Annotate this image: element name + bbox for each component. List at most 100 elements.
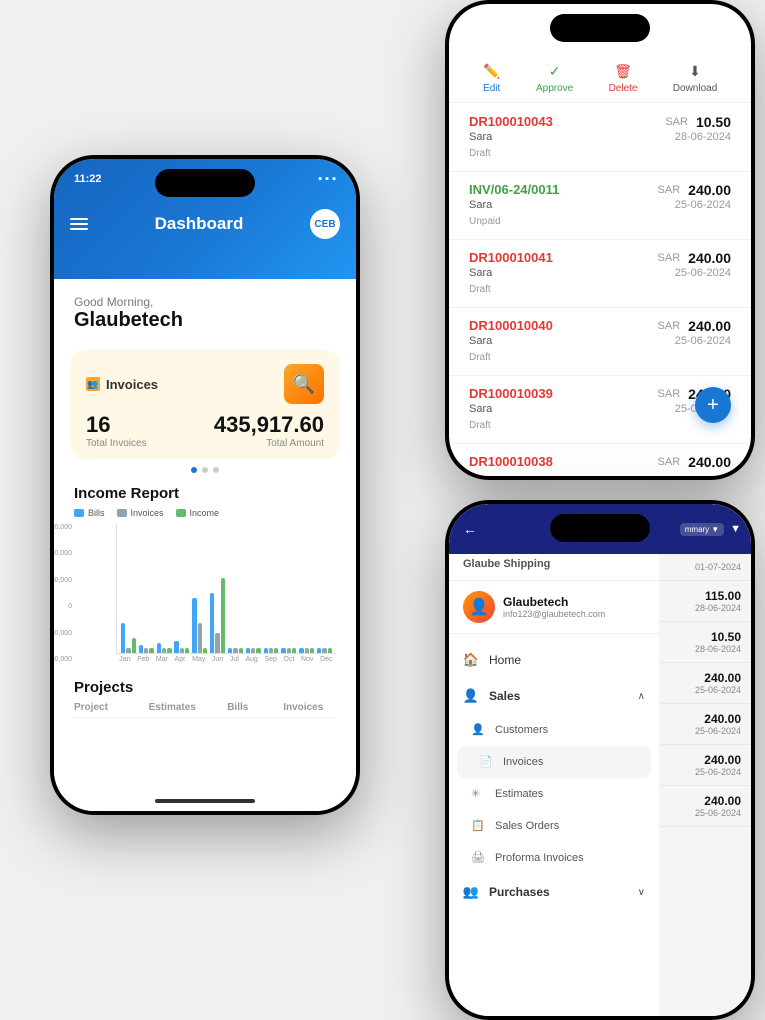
edit-icon: ✏️ [483, 62, 501, 80]
phone1-body: Good Morning, Glaubetech 👥 Invoices 🔍 16 [54, 279, 356, 811]
total-amount-value: 435,917.60 [214, 412, 324, 438]
sales-icon: 👤 [463, 688, 479, 704]
nav-item-home[interactable]: 🏠 Home [449, 642, 659, 678]
invoice-card-title: 👥 Invoices [86, 377, 158, 392]
delete-button[interactable]: 🗑 Delete [609, 62, 638, 94]
status-3: Draft [469, 284, 491, 295]
legend-income: Income [176, 508, 220, 518]
amount-6: 240.00 [688, 454, 731, 470]
nav-section-sales[interactable]: 👤 Sales ∧ [449, 678, 659, 714]
nav-item-estimates[interactable]: ✳ Estimates [449, 778, 659, 810]
dot-2[interactable] [202, 467, 208, 473]
right-item-5: 240.00 25-06-2024 [651, 704, 751, 745]
right-item-3: 10.50 28-06-2024 [651, 622, 751, 663]
back-icon[interactable]: ← [463, 521, 477, 537]
filter-icon[interactable]: ▼ [730, 523, 741, 535]
invoice-number-3: DR100010041 [469, 250, 553, 265]
invoice-number-5: DR100010039 [469, 386, 553, 401]
user-avatar[interactable]: CEB [310, 209, 340, 239]
estimates-icon: ✳ [471, 787, 485, 801]
greeting-text: Good Morning, [74, 295, 336, 309]
projects-table-header: Project Estimates Bills Invoices [74, 702, 336, 718]
bar-group-nov [299, 648, 314, 653]
menu-icon[interactable] [70, 218, 88, 230]
bar-group-dec [317, 648, 332, 653]
nav-home-label: Home [489, 653, 645, 667]
home-icon: 🏠 [463, 652, 479, 668]
legend-bills-color [74, 509, 84, 517]
invoice-card-image: 🔍 [284, 364, 324, 404]
bar-group-jan [121, 623, 136, 653]
chart-container: 300,000200,000100,0000-100,000-200,000 [74, 524, 336, 663]
invoice-list: DR100010043 SAR 10.50 Sara 28-06-2024 Dr… [449, 104, 751, 476]
invoice-item-4[interactable]: DR100010040 SAR 240.00 Sara 25-06-2024 D… [449, 308, 751, 376]
bar-group-mar [157, 643, 172, 653]
invoice-item-3[interactable]: DR100010041 SAR 240.00 Sara 25-06-2024 D… [449, 240, 751, 308]
invoice-item-2[interactable]: INV/06-24/0011 SAR 240.00 Sara 25-06-202… [449, 172, 751, 240]
invoice-card[interactable]: 👥 Invoices 🔍 16 Total Invoices 435,917.6… [70, 350, 340, 459]
nav-item-sales-orders[interactable]: 📋 Sales Orders [449, 810, 659, 842]
nav-purchases-label: Purchases [489, 885, 628, 899]
user-details: Glaubetech info123@glaubetech.com [503, 595, 645, 619]
nav-section-purchases[interactable]: 👥 Purchases ∨ [449, 874, 659, 910]
invoice-stats: 16 Total Invoices 435,917.60 Total Amoun… [86, 412, 324, 449]
status-1: Draft [469, 148, 491, 159]
name-4: Sara [469, 335, 492, 347]
projects-section: Projects Project Estimates Bills Invoice… [54, 671, 356, 726]
bar-group-sep [264, 648, 279, 653]
name-1: Sara [469, 131, 492, 143]
company-subtitle: Glaube Shipping [463, 558, 645, 570]
dot-1[interactable] [191, 467, 197, 473]
company-name: Glaubetech [74, 309, 336, 332]
approve-button[interactable]: ✓ Approve [536, 62, 573, 94]
amount-1: 10.50 [696, 114, 731, 130]
name-5: Sara [469, 403, 492, 415]
nav-sales-label: Sales [489, 689, 628, 703]
summary-button[interactable]: mmary ▼ [680, 523, 724, 536]
nav-sales-orders-label: Sales Orders [495, 820, 559, 832]
amount-2: 240.00 [688, 182, 731, 198]
date-3: 25-06-2024 [675, 267, 731, 279]
user-name: Glaubetech [503, 595, 645, 609]
bar-group-feb [139, 645, 154, 653]
delete-icon: 🗑 [614, 62, 632, 80]
chart-area [116, 524, 336, 654]
dot-3[interactable] [213, 467, 219, 473]
amount-4: 240.00 [688, 318, 731, 334]
col-bills: Bills [205, 702, 271, 713]
fab-add-button[interactable]: + [695, 387, 731, 423]
user-info-row: 👤 Glaubetech info123@glaubetech.com [449, 581, 659, 634]
invoice-item-1[interactable]: DR100010043 SAR 10.50 Sara 28-06-2024 Dr… [449, 104, 751, 172]
right-item-1: 01-07-2024 [651, 554, 751, 581]
toolbar: ✏️ Edit ✓ Approve 🗑 Delete ⬇ Download [449, 54, 751, 103]
right-item-6: 240.00 25-06-2024 [651, 745, 751, 786]
invoice-item-5[interactable]: DR100010039 SAR 240.00 Sara 25-06-2024 D… [449, 376, 751, 444]
approve-icon: ✓ [546, 62, 564, 80]
phone1-status-bar: 11:22 ▪ ▪ ▪ [74, 173, 336, 185]
chart-y-labels: 300,000200,000100,0000-100,000-200,000 [54, 524, 72, 663]
phone3-nav-drawer: mmary ▼ ▼ 01-07-2024 115.00 28-06-2024 1… [445, 500, 755, 1020]
income-section: Income Report Bills Invoices Income [54, 477, 356, 671]
currency-6: SAR [658, 456, 681, 468]
legend-invoices-color [117, 509, 127, 517]
customers-icon: 👤 [471, 723, 485, 737]
nav-item-proforma[interactable]: 🖨 Proforma Invoices [449, 842, 659, 874]
date-4: 25-06-2024 [675, 335, 731, 347]
right-item-7: 240.00 25-06-2024 [651, 786, 751, 827]
right-items-list: 01-07-2024 115.00 28-06-2024 10.50 28-06… [651, 554, 751, 827]
total-amount-label: Total Amount [214, 438, 324, 449]
nav-customers-label: Customers [495, 724, 548, 736]
nav-proforma-label: Proforma Invoices [495, 852, 584, 864]
invoice-number-1: DR100010043 [469, 114, 553, 129]
col-invoices: Invoices [271, 702, 337, 713]
download-button[interactable]: ⬇ Download [673, 62, 717, 94]
invoice-number-2: INV/06-24/0011 [469, 182, 559, 197]
sales-orders-icon: 📋 [471, 819, 485, 833]
nav-item-invoices[interactable]: 📄 Invoices [457, 746, 651, 778]
status-2: Unpaid [469, 216, 501, 227]
edit-button[interactable]: ✏️ Edit [483, 62, 501, 94]
nav-item-customers[interactable]: 👤 Customers [449, 714, 659, 746]
invoice-item-6[interactable]: DR100010038 SAR 240.00 [449, 444, 751, 476]
legend-invoices: Invoices [117, 508, 164, 518]
name-2: Sara [469, 199, 492, 211]
